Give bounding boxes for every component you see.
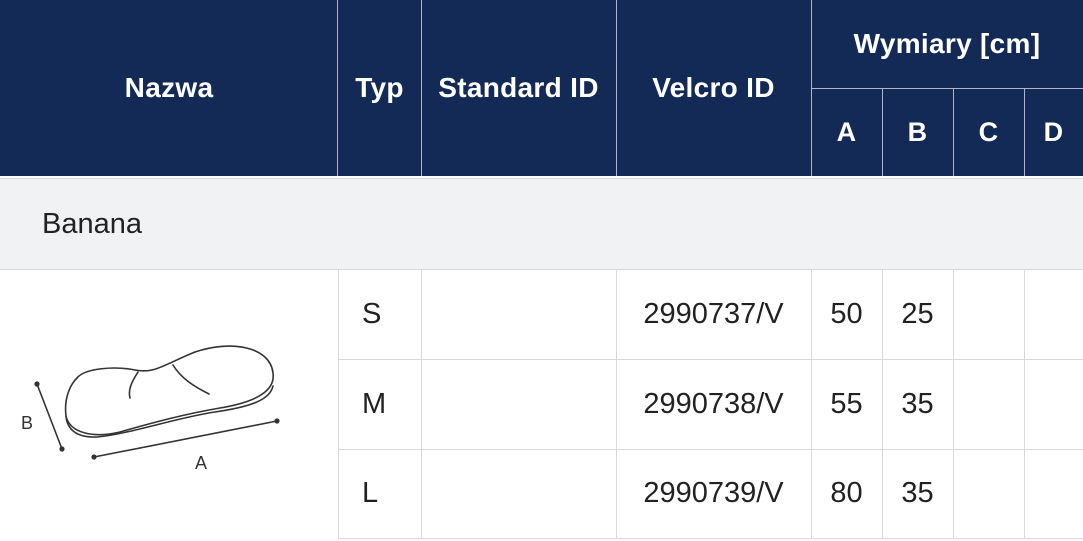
header-velcro-id: Velcro ID bbox=[616, 0, 811, 176]
body-divider bbox=[421, 270, 422, 539]
header-standard-id: Standard ID bbox=[421, 0, 616, 176]
row-velcro-id: 2990739/V bbox=[643, 477, 784, 509]
product-size-table: Nazwa Typ Standard ID Velcro ID Wymiary … bbox=[0, 0, 1083, 541]
header-divider bbox=[616, 0, 617, 176]
dimension-a-label: A bbox=[195, 453, 207, 473]
row-dim-c bbox=[953, 270, 1024, 359]
row-dim-c bbox=[953, 359, 1024, 449]
row-dim-b: 35 bbox=[901, 477, 934, 509]
body-divider bbox=[953, 270, 954, 539]
row-dim-b: 35 bbox=[901, 387, 934, 420]
header-name: Nazwa bbox=[0, 0, 338, 176]
header-type: Typ bbox=[338, 0, 421, 176]
header-dim-a: A bbox=[811, 88, 882, 176]
header-divider bbox=[882, 88, 883, 176]
header-dimensions: Wymiary [cm] bbox=[811, 0, 1083, 88]
row-velcro-id: 2990738/V bbox=[643, 387, 784, 420]
header-divider bbox=[1024, 88, 1025, 176]
dimension-b-label: B bbox=[21, 413, 33, 433]
body-divider bbox=[811, 270, 812, 539]
header-dim-b: B bbox=[882, 88, 953, 176]
body-divider bbox=[882, 270, 883, 539]
row-standard-id bbox=[421, 449, 616, 538]
group-row-banana: Banana bbox=[0, 178, 1083, 270]
header-divider bbox=[421, 0, 422, 176]
row-dim-a: 80 bbox=[830, 477, 863, 509]
body-divider bbox=[338, 449, 1083, 450]
row-dim-d bbox=[1024, 359, 1083, 449]
banana-pillow-illustration: B A bbox=[21, 345, 280, 473]
row-dim-a: 55 bbox=[830, 387, 863, 420]
header-dim-d: D bbox=[1024, 88, 1083, 176]
group-name: Banana bbox=[42, 207, 142, 240]
body-divider bbox=[338, 270, 339, 539]
row-type: M bbox=[362, 387, 387, 420]
row-dim-a: 50 bbox=[830, 298, 863, 330]
row-type: L bbox=[362, 477, 379, 509]
row-standard-id bbox=[421, 359, 616, 449]
header-divider bbox=[953, 88, 954, 176]
header-divider bbox=[811, 88, 1083, 89]
row-dim-d bbox=[1024, 270, 1083, 359]
body-divider bbox=[616, 270, 617, 539]
row-standard-id bbox=[421, 270, 616, 359]
body-divider bbox=[338, 359, 1083, 360]
header-dim-c: C bbox=[953, 88, 1024, 176]
row-dim-d bbox=[1024, 449, 1083, 538]
row-type: S bbox=[362, 298, 382, 330]
header-divider bbox=[337, 0, 338, 176]
row-dim-c bbox=[953, 449, 1024, 538]
body-divider bbox=[338, 538, 1083, 539]
row-velcro-id: 2990737/V bbox=[643, 298, 784, 330]
row-dim-b: 25 bbox=[901, 298, 934, 330]
body-divider bbox=[1024, 270, 1025, 539]
